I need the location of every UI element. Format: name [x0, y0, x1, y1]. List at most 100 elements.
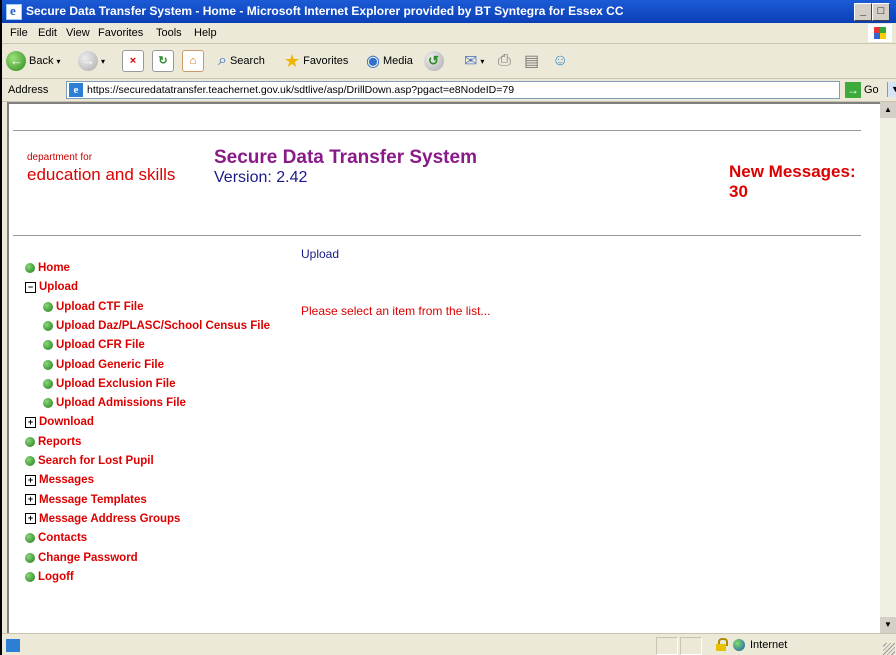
favorites-button[interactable]: ★ Favorites	[284, 50, 348, 72]
print-button[interactable]: ⎙	[498, 50, 511, 72]
nav-item-upload[interactable]: − Upload	[25, 281, 78, 293]
back-dropdown-icon[interactable]: ▾	[56, 57, 60, 66]
standard-toolbar: ← Back ▾ → ▾ × ↻ ⌂ ⌕ Search ★ Favorites …	[2, 44, 896, 79]
nav-item-message-templates[interactable]: + Message Templates	[25, 494, 147, 506]
status-segment-1	[656, 637, 678, 655]
address-url[interactable]: https://securedatatransfer.teachernet.go…	[87, 84, 514, 96]
home-button[interactable]: ⌂	[182, 50, 204, 72]
nav-item-message-address-groups[interactable]: + Message Address Groups	[25, 513, 180, 525]
title-bar[interactable]: Secure Data Transfer System - Home - Mic…	[2, 0, 896, 23]
nav-item-logoff[interactable]: Logoff	[25, 571, 74, 583]
nav-item-upload-ctf-file[interactable]: Upload CTF File	[43, 301, 144, 313]
nav-item-label[interactable]: Upload Generic File	[56, 359, 164, 371]
collapse-icon[interactable]: −	[25, 281, 36, 293]
history-button[interactable]: ↺	[424, 50, 444, 72]
status-segment-2	[680, 637, 702, 655]
nav-item-download[interactable]: + Download	[25, 416, 94, 428]
bullet-icon	[43, 320, 53, 331]
nav-item-label[interactable]: Upload Admissions File	[56, 397, 186, 409]
back-button[interactable]: ← Back ▾	[6, 50, 60, 72]
nav-item-upload-admissions-file[interactable]: Upload Admissions File	[43, 397, 186, 409]
expand-icon[interactable]: +	[25, 474, 36, 486]
menu-favorites[interactable]: Favorites	[98, 27, 143, 39]
nav-item-home[interactable]: Home	[25, 262, 70, 274]
nav-item-label[interactable]: Upload CTF File	[56, 301, 144, 313]
bullet-icon	[25, 436, 35, 447]
nav-item-messages[interactable]: + Messages	[25, 474, 94, 486]
header-divider	[13, 235, 861, 236]
expand-icon[interactable]: +	[25, 494, 36, 506]
search-button[interactable]: ⌕ Search	[218, 50, 265, 72]
nav-item-contacts[interactable]: Contacts	[25, 532, 87, 544]
nav-item-label[interactable]: Logoff	[38, 571, 74, 583]
stop-button[interactable]: ×	[122, 50, 144, 72]
address-dropdown-icon[interactable]: ▼	[887, 82, 896, 97]
new-messages-label[interactable]: New Messages:	[729, 162, 856, 182]
menu-file[interactable]: File	[10, 27, 28, 39]
nav-item-upload-cfr-file[interactable]: Upload CFR File	[43, 339, 145, 351]
go-button[interactable]: → Go	[845, 82, 879, 98]
scroll-down-icon[interactable]: ▼	[880, 617, 896, 633]
nav-item-label[interactable]: Reports	[38, 436, 81, 448]
menu-view[interactable]: View	[66, 27, 90, 39]
expand-icon[interactable]: +	[25, 416, 36, 428]
nav-item-label[interactable]: Upload	[39, 281, 78, 293]
nav-item-search-for-lost-pupil[interactable]: Search for Lost Pupil	[25, 455, 154, 467]
edit-button[interactable]: ▤	[524, 50, 539, 72]
forward-dropdown-icon[interactable]: ▾	[101, 57, 105, 66]
refresh-button[interactable]: ↻	[152, 50, 174, 72]
bullet-icon	[43, 398, 53, 409]
search-icon: ⌕	[218, 52, 227, 69]
mail-button[interactable]: ✉ ▾	[464, 50, 484, 72]
media-icon: ◉	[366, 53, 380, 70]
mail-icon: ✉	[464, 53, 478, 70]
menu-tools[interactable]: Tools	[156, 27, 182, 39]
go-label: Go	[864, 84, 879, 96]
dept-logo-text: education and skills	[27, 165, 176, 184]
minimize-button[interactable]: _	[854, 3, 872, 21]
nav-item-upload-generic-file[interactable]: Upload Generic File	[43, 359, 164, 371]
new-messages-count[interactable]: 30	[729, 182, 856, 202]
nav-item-label[interactable]: Change Password	[38, 552, 138, 564]
new-messages[interactable]: New Messages: 30	[729, 162, 856, 202]
edit-icon: ▤	[524, 53, 540, 70]
forward-button[interactable]: → ▾	[78, 50, 105, 72]
menu-bar: File Edit View Favorites Tools Help	[2, 23, 896, 44]
bullet-icon	[43, 340, 53, 351]
breadcrumb: Upload	[301, 247, 340, 261]
vertical-scrollbar[interactable]: ▲ ▼	[880, 102, 896, 633]
media-button[interactable]: ◉ Media	[366, 50, 413, 72]
nav-item-label[interactable]: Search for Lost Pupil	[38, 455, 154, 467]
menu-edit[interactable]: Edit	[38, 27, 57, 39]
menu-help[interactable]: Help	[194, 27, 217, 39]
nav-item-change-password[interactable]: Change Password	[25, 552, 138, 564]
nav-item-label[interactable]: Message Address Groups	[39, 513, 180, 525]
address-input[interactable]: e https://securedatatransfer.teachernet.…	[66, 81, 896, 99]
back-arrow-icon: ←	[6, 51, 26, 71]
zone-label: Internet	[750, 639, 788, 651]
nav-item-upload-exclusion-file[interactable]: Upload Exclusion File	[43, 378, 176, 390]
scroll-up-icon[interactable]: ▲	[880, 102, 896, 118]
nav-item-label[interactable]: Download	[39, 416, 94, 428]
nav-item-label[interactable]: Home	[38, 262, 70, 274]
nav-item-label[interactable]: Messages	[39, 474, 94, 486]
nav-item-reports[interactable]: Reports	[25, 436, 81, 448]
mail-dropdown-icon[interactable]: ▾	[480, 57, 484, 66]
select-prompt: Please select an item from the list...	[301, 304, 491, 318]
nav-item-label[interactable]: Contacts	[38, 532, 87, 544]
page-icon: e	[69, 83, 83, 97]
forward-arrow-icon: →	[78, 51, 98, 71]
resize-grip[interactable]	[883, 643, 895, 655]
system-title: Secure Data Transfer System	[214, 147, 477, 168]
expand-icon[interactable]: +	[25, 513, 36, 525]
messenger-button[interactable]: ☺	[552, 50, 568, 72]
maximize-button[interactable]: □	[872, 3, 890, 21]
browser-window: Secure Data Transfer System - Home - Mic…	[2, 0, 896, 655]
nav-item-upload-daz-plasc-school-census-file[interactable]: Upload Daz/PLASC/School Census File	[43, 320, 270, 332]
nav-item-label[interactable]: Upload CFR File	[56, 339, 145, 351]
nav-item-label[interactable]: Upload Exclusion File	[56, 378, 176, 390]
back-label: Back	[29, 55, 54, 67]
stop-icon: ×	[122, 50, 144, 72]
nav-item-label[interactable]: Message Templates	[39, 494, 147, 506]
nav-item-label[interactable]: Upload Daz/PLASC/School Census File	[56, 320, 270, 332]
